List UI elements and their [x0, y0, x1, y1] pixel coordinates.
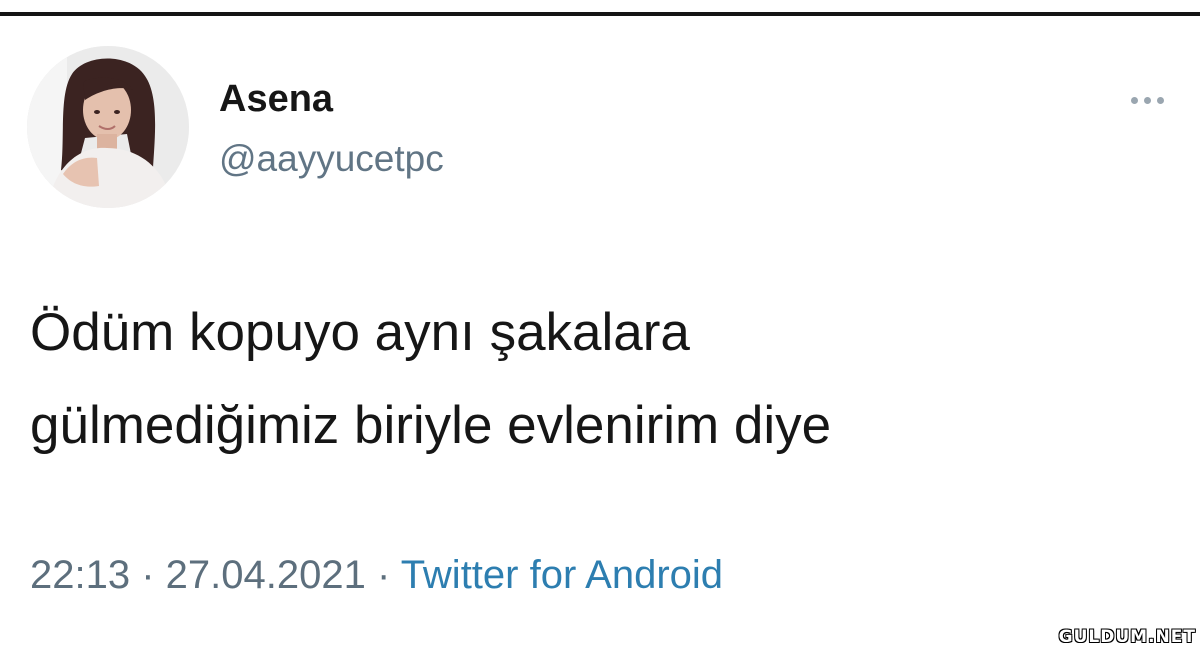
- profile-photo-icon: [27, 46, 189, 208]
- tweet-source-link[interactable]: Twitter for Android: [401, 553, 723, 597]
- tweet-text: Ödüm kopuyo aynı şakalara gülmediğimiz b…: [30, 303, 832, 456]
- top-divider: [0, 0, 1200, 16]
- tweet-card: Asena @aayyucetpc Ödüm kopuyo aynı şakal…: [0, 16, 1200, 652]
- author-handle[interactable]: @aayyucetpc: [219, 140, 444, 177]
- tweet-meta: 22:13 · 27.04.2021 · Twitter for Android: [30, 555, 723, 595]
- more-horizontal-icon: [1130, 96, 1138, 104]
- avatar[interactable]: [27, 46, 189, 208]
- more-horizontal-icon: [1156, 96, 1164, 104]
- meta-separator: ·: [130, 553, 166, 597]
- author-display-name[interactable]: Asena: [219, 80, 333, 118]
- watermark: GULDUM.NET: [1058, 627, 1196, 647]
- more-horizontal-icon: [1143, 96, 1151, 104]
- tweet-date[interactable]: 27.04.2021: [166, 553, 366, 597]
- meta-separator: ·: [365, 553, 401, 597]
- tweet-time[interactable]: 22:13: [30, 553, 130, 597]
- more-options-button[interactable]: [1118, 88, 1176, 112]
